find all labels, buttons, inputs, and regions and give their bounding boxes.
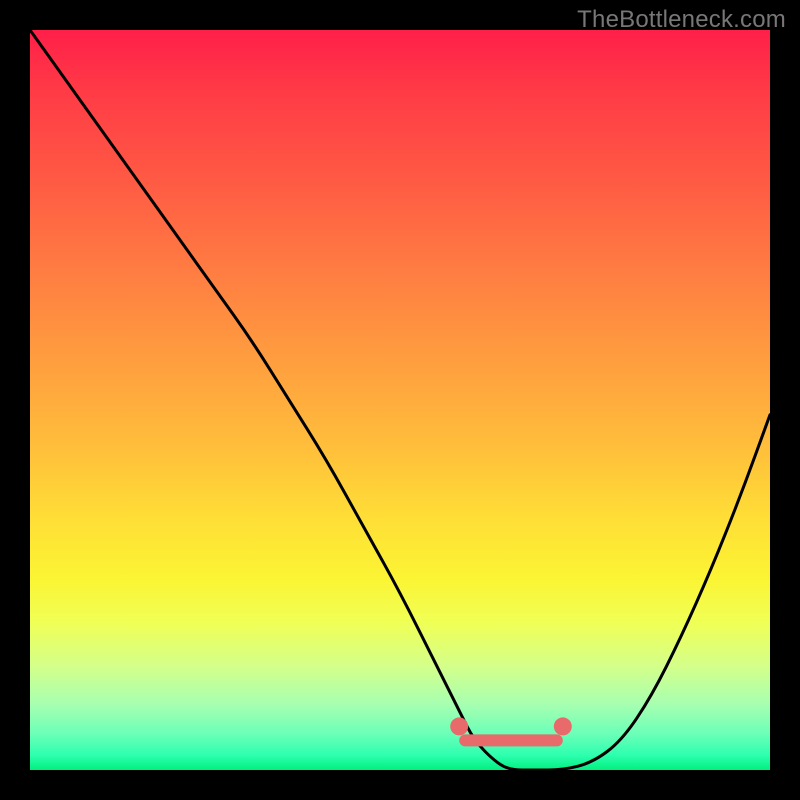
valley-highlight-dot-left [450, 717, 468, 735]
curve-svg [30, 30, 770, 770]
valley-highlight-dot-right [554, 717, 572, 735]
bottleneck-curve [30, 30, 770, 770]
plot-area [30, 30, 770, 770]
chart-frame: TheBottleneck.com [0, 0, 800, 800]
valley-highlight-bar [459, 734, 563, 746]
